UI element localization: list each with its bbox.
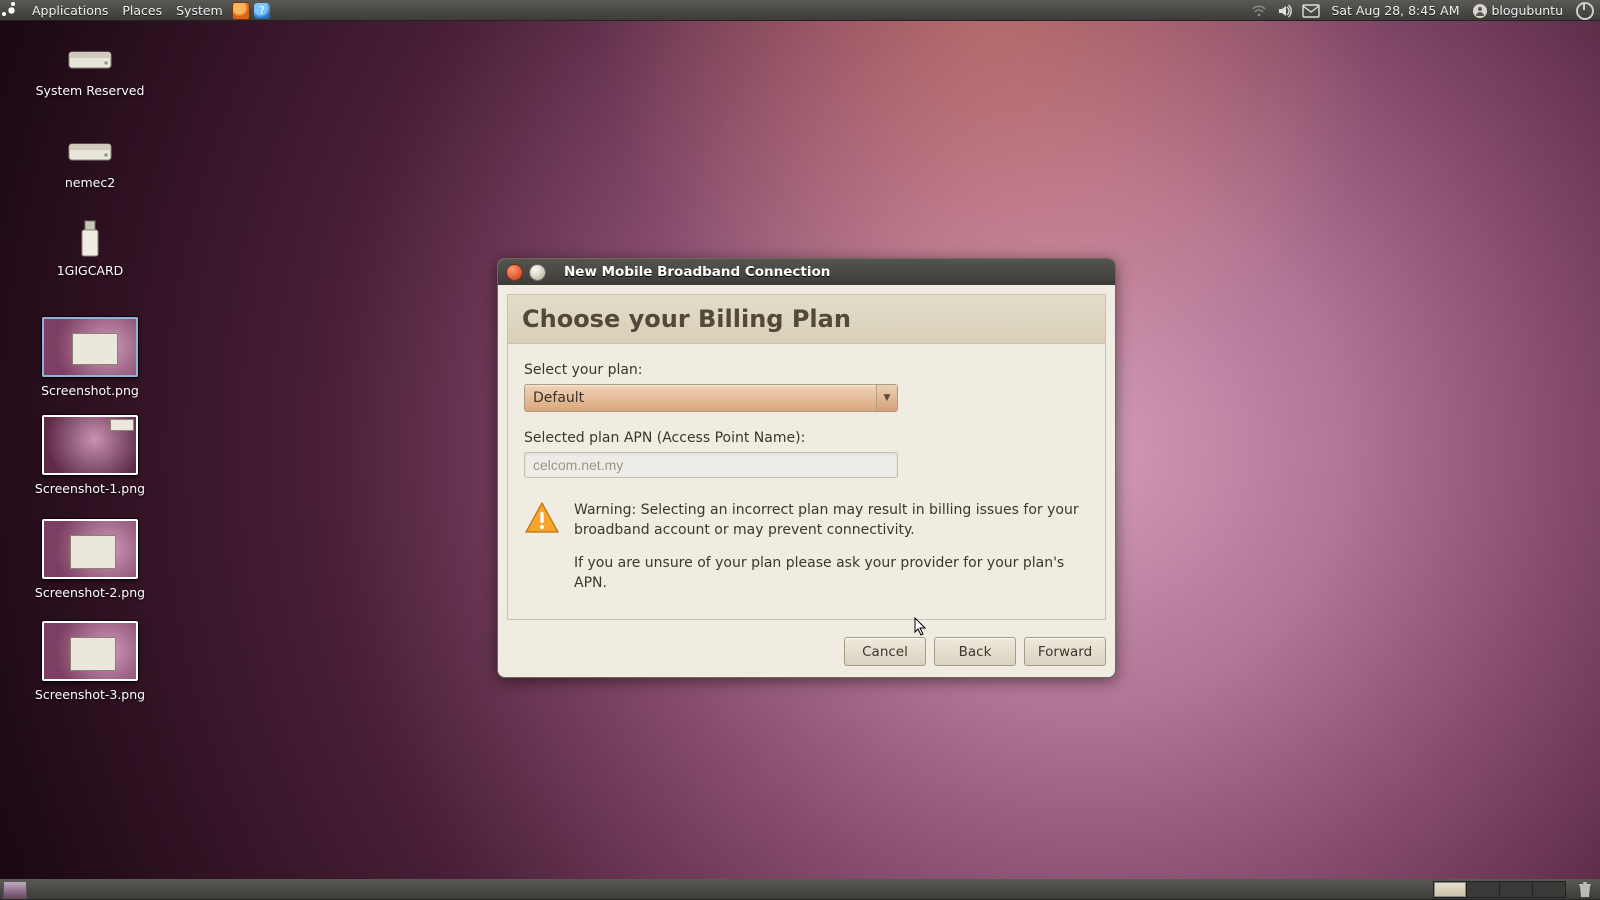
desktop-icon-screenshot-1-png[interactable]: Screenshot-1.png: [10, 415, 170, 496]
plan-combobox-value: Default: [525, 390, 876, 406]
chevron-down-icon: ▼: [876, 385, 897, 411]
user-menu[interactable]: blogubuntu: [1466, 0, 1570, 21]
select-plan-label: Select your plan:: [524, 362, 1089, 378]
desktop-icon-system-reserved[interactable]: System Reserved: [10, 41, 170, 98]
user-icon: [1473, 4, 1487, 18]
mobile-broadband-dialog: New Mobile Broadband Connection Choose y…: [497, 258, 1116, 678]
workspace-switcher[interactable]: [1433, 881, 1566, 898]
desktop-icon-label: Screenshot.png: [10, 383, 170, 398]
desktop-icon-nemec2[interactable]: nemec2: [10, 133, 170, 190]
desktop-icon-screenshot-2-png[interactable]: Screenshot-2.png: [10, 519, 170, 600]
desktop-icon-screenshot-png[interactable]: Screenshot.png: [10, 317, 170, 398]
menu-places[interactable]: Places: [115, 0, 169, 21]
warning-line-1: Warning: Selecting an incorrect plan may…: [574, 500, 1089, 541]
dialog-title: New Mobile Broadband Connection: [564, 264, 830, 280]
menu-system[interactable]: System: [169, 0, 230, 21]
show-desktop-button[interactable]: [3, 881, 27, 899]
top-panel: Applications Places System ? Sat Aug 28,…: [0, 0, 1600, 21]
back-button[interactable]: Back: [934, 637, 1016, 666]
dialog-titlebar[interactable]: New Mobile Broadband Connection: [498, 259, 1115, 285]
desktop-icon-screenshot-3-png[interactable]: Screenshot-3.png: [10, 621, 170, 702]
workspace-2[interactable]: [1466, 882, 1499, 897]
bottom-panel: [0, 879, 1600, 900]
desktop-icon-label: nemec2: [10, 175, 170, 190]
username-label: blogubuntu: [1491, 3, 1563, 18]
help-launcher-icon[interactable]: ?: [254, 3, 270, 19]
desktop-icon-label: Screenshot-3.png: [10, 687, 170, 702]
network-wifi-icon[interactable]: [1250, 3, 1268, 19]
trash-icon[interactable]: [1576, 881, 1594, 899]
desktop-icon-1gigcard[interactable]: 1GIGCARD: [10, 221, 170, 278]
warning-line-2: If you are unsure of your plan please as…: [574, 553, 1089, 594]
cancel-button[interactable]: Cancel: [844, 637, 926, 666]
clock[interactable]: Sat Aug 28, 8:45 AM: [1324, 0, 1466, 21]
plan-combobox[interactable]: Default ▼: [524, 384, 898, 412]
menu-applications[interactable]: Applications: [25, 0, 115, 21]
firefox-launcher-icon[interactable]: [232, 2, 250, 20]
workspace-4[interactable]: [1532, 882, 1565, 897]
ubuntu-logo-icon[interactable]: [4, 3, 19, 18]
power-icon[interactable]: [1576, 2, 1594, 20]
apn-input[interactable]: [524, 452, 898, 478]
warning-icon: [524, 500, 560, 593]
desktop[interactable]: System Reserved nemec2 1GIGCARD Screenshot.…: [0, 21, 1600, 879]
dialog-heading: Choose your Billing Plan: [508, 295, 1105, 344]
forward-button[interactable]: Forward: [1024, 637, 1106, 666]
apn-label: Selected plan APN (Access Point Name):: [524, 430, 1089, 446]
window-minimize-icon[interactable]: [529, 264, 546, 281]
desktop-icon-label: System Reserved: [10, 83, 170, 98]
desktop-icon-label: Screenshot-1.png: [10, 481, 170, 496]
workspace-1[interactable]: [1434, 882, 1466, 897]
volume-icon[interactable]: [1276, 3, 1294, 19]
mail-indicator-icon[interactable]: [1302, 3, 1320, 19]
desktop-icon-label: 1GIGCARD: [10, 263, 170, 278]
workspace-3[interactable]: [1499, 882, 1532, 897]
window-close-icon[interactable]: [506, 264, 523, 281]
desktop-icon-label: Screenshot-2.png: [10, 585, 170, 600]
